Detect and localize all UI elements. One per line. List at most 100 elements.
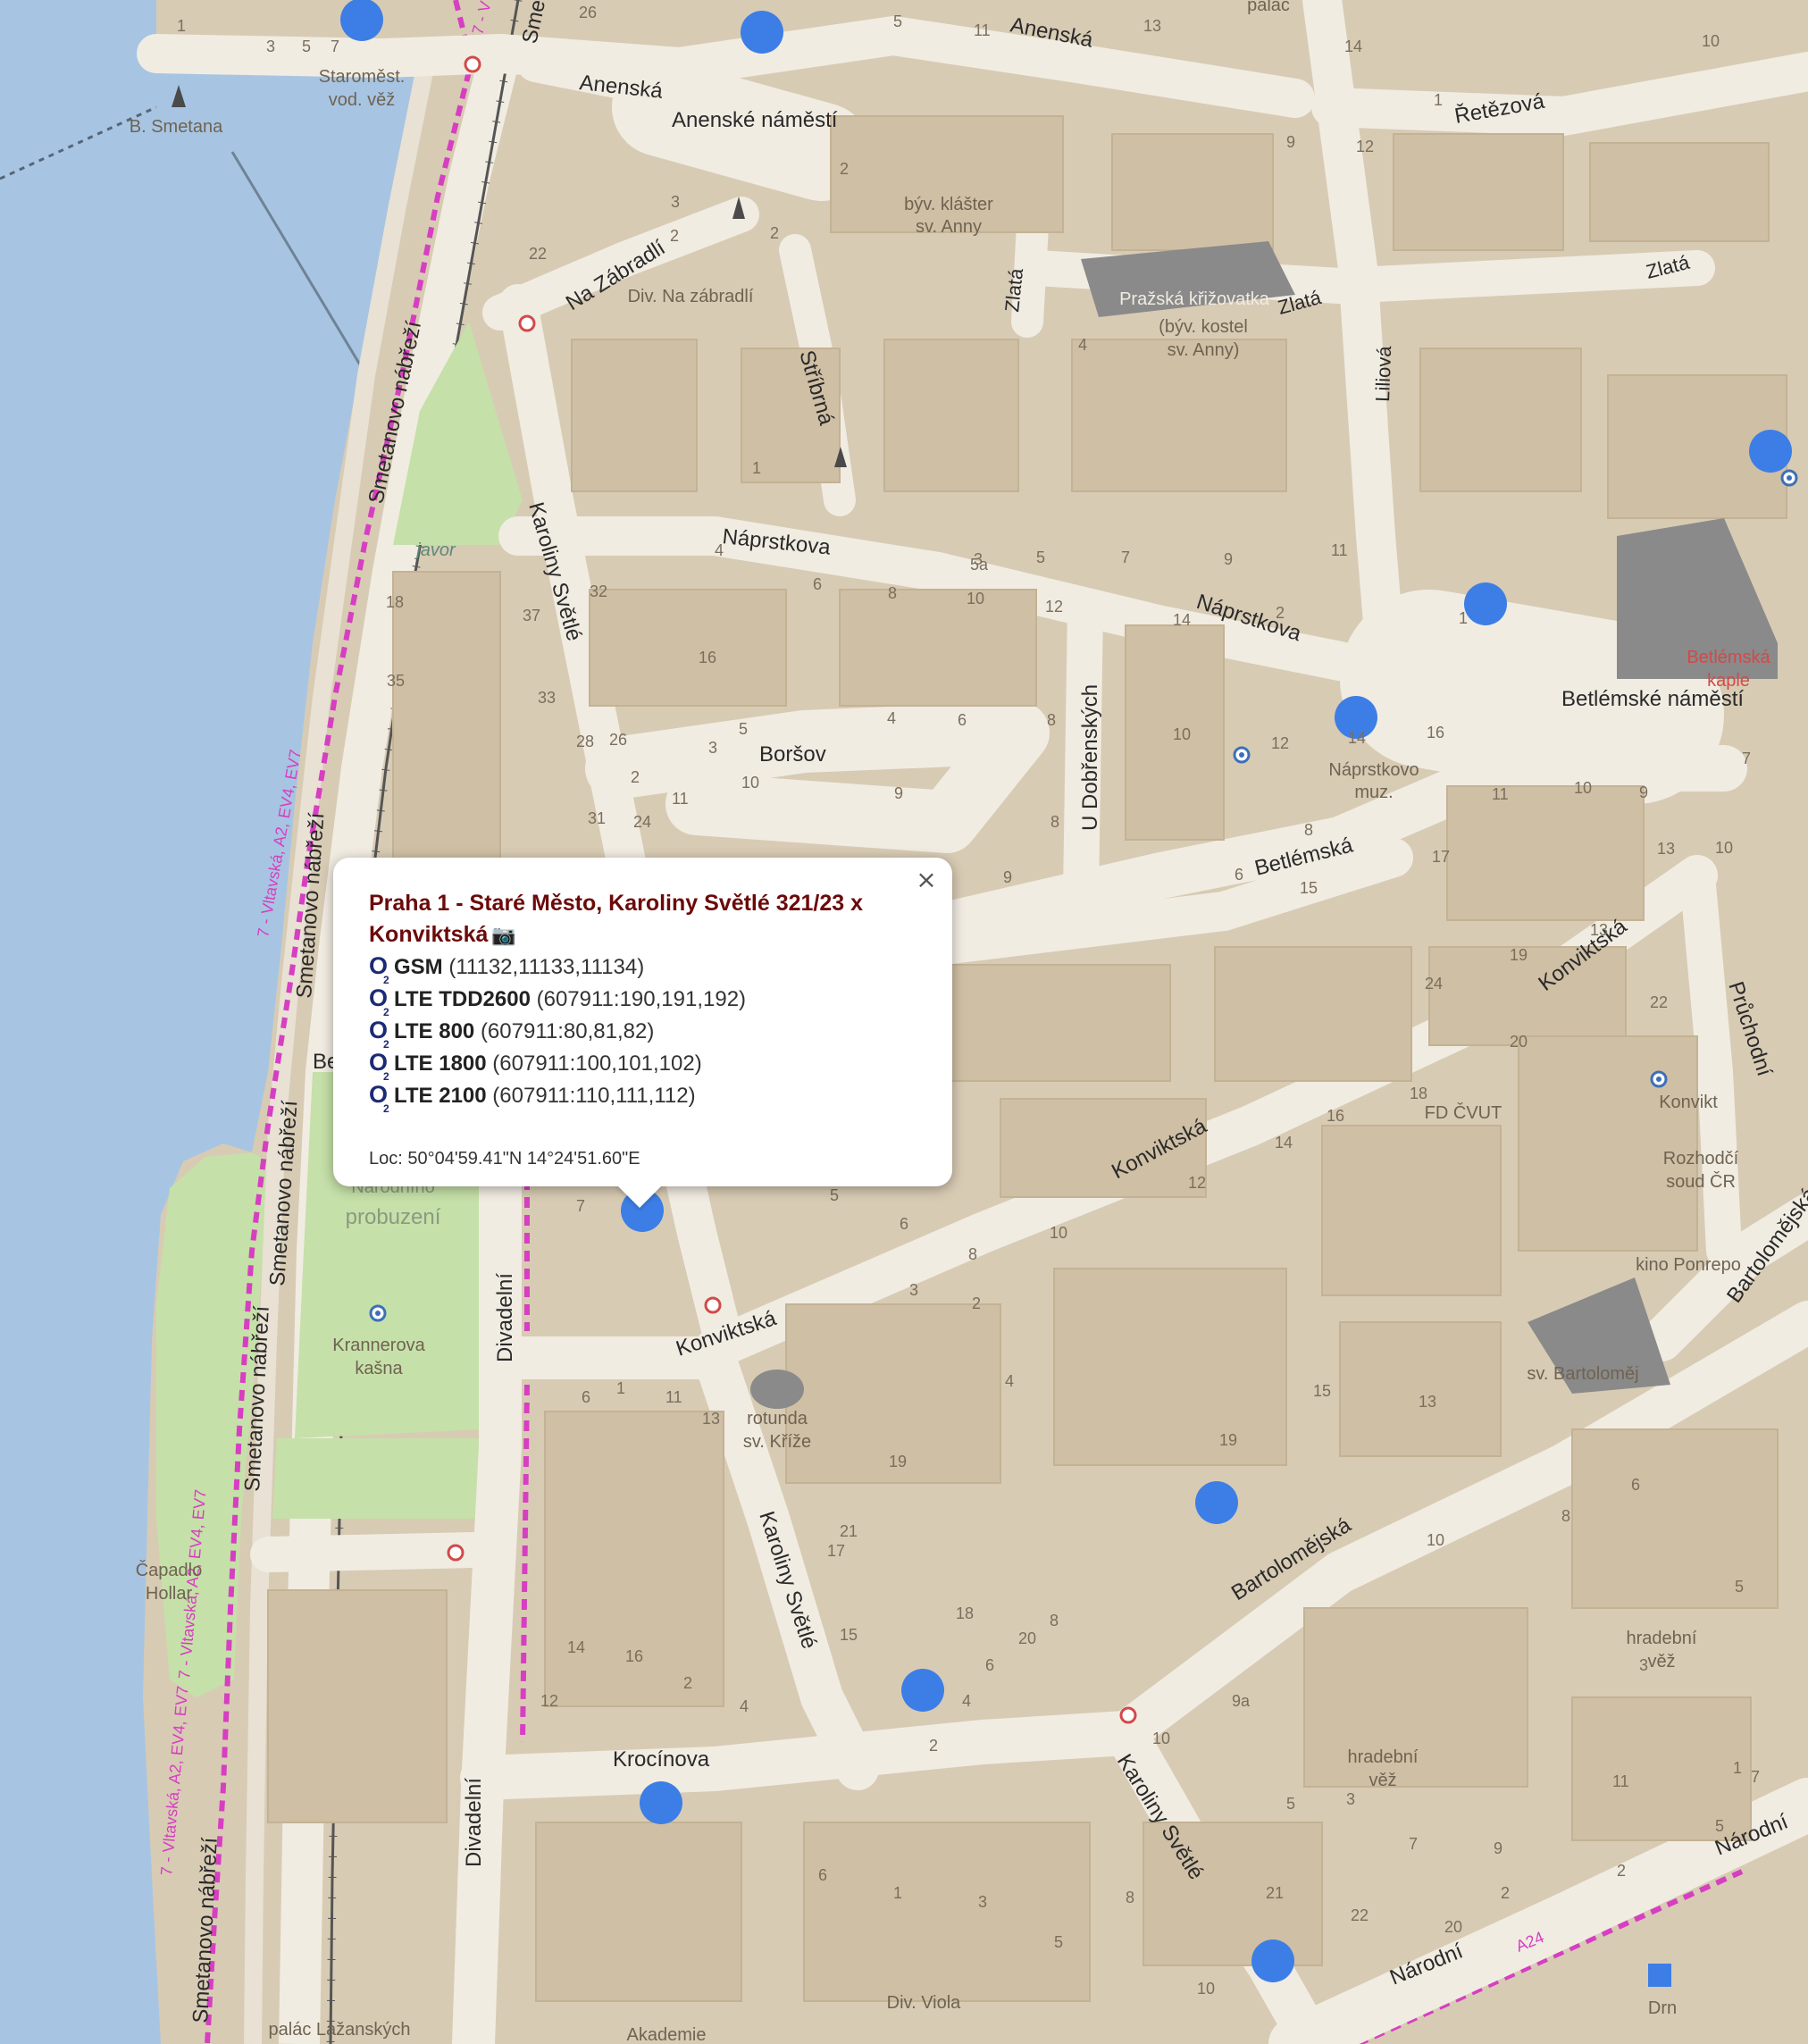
- poi-krannerova: Krannerova: [332, 1336, 425, 1355]
- poi-narodniho-probuzeni: probuzení: [346, 1205, 441, 1229]
- house-number: 28: [576, 733, 594, 750]
- cell-marker[interactable]: [1251, 1939, 1294, 1982]
- house-number: 21: [1266, 1884, 1284, 1902]
- poi-naprstkovo: muz.: [1354, 783, 1393, 802]
- cell-marker[interactable]: [340, 0, 383, 41]
- house-number: 1: [752, 459, 761, 477]
- street-zlata: Zlatá: [1000, 267, 1027, 314]
- house-number: 17: [827, 1542, 845, 1560]
- street-borsov: Boršov: [759, 742, 826, 766]
- popup-location: Loc: 50°04'59.41"N 14°24'51.60"E: [369, 1149, 640, 1169]
- popup-title: Praha 1 - Staré Město, Karoliny Světlé 3…: [369, 888, 917, 951]
- house-number: 2: [631, 768, 640, 786]
- house-number: 4: [1005, 1372, 1014, 1390]
- street-krocinova: Krocínova: [613, 1747, 710, 1772]
- tech-name: GSM: [394, 955, 443, 979]
- house-number: 9: [1639, 783, 1648, 801]
- cell-marker[interactable]: [1464, 582, 1507, 625]
- poi-hradebni-vez: hradební: [1627, 1629, 1697, 1648]
- house-number: 6: [582, 1388, 590, 1406]
- house-number: 9: [1224, 550, 1233, 568]
- house-number: 3: [1346, 1790, 1355, 1808]
- house-number: 20: [1018, 1629, 1036, 1647]
- poi-betlemska-kaple: kaple: [1707, 671, 1750, 691]
- tech-ids: (11132,11133,11134): [448, 955, 645, 979]
- house-number: 13: [1143, 17, 1161, 35]
- house-number: 14: [1275, 1134, 1293, 1152]
- house-number: 3: [978, 1893, 987, 1911]
- poi-krizovatka: (býv. kostel: [1159, 317, 1248, 337]
- house-number: 6: [1631, 1476, 1640, 1494]
- house-number: 13: [702, 1410, 720, 1428]
- house-number: 4: [962, 1692, 971, 1710]
- house-number: 2: [683, 1674, 692, 1692]
- house-number: 2: [670, 227, 679, 245]
- poi-sv-bartolomej: sv. Bartoloměj: [1527, 1364, 1638, 1384]
- street-u-dobrenskych: U Dobřenských: [1078, 684, 1102, 831]
- cell-marker[interactable]: [901, 1669, 944, 1712]
- camera-icon[interactable]: 📷: [491, 924, 515, 946]
- house-number: 5: [830, 1186, 839, 1204]
- house-number: 21: [840, 1522, 858, 1540]
- poi-hradebni-vez: věž: [1647, 1652, 1675, 1671]
- poi-div-viola: Div. Viola: [887, 1993, 962, 2013]
- cell-marker[interactable]: [741, 11, 783, 54]
- house-number: 9: [1494, 1839, 1502, 1857]
- house-number: 11: [672, 790, 689, 808]
- house-number: 16: [1327, 1107, 1344, 1125]
- poi-klaster: býv. klášter: [904, 195, 993, 214]
- house-number: 22: [1650, 993, 1668, 1011]
- house-number: 6: [900, 1215, 908, 1233]
- poi-staromest: Staroměst.: [319, 67, 406, 87]
- house-number: 10: [967, 590, 984, 607]
- house-number: 6: [985, 1656, 994, 1674]
- tech-row: O 2 LTE 1800 (607911:100,101,102): [369, 1047, 917, 1083]
- house-number: 5: [302, 38, 311, 55]
- house-number: 6: [1235, 866, 1243, 884]
- house-number: 10: [1173, 725, 1191, 743]
- house-number: 10: [1574, 779, 1592, 797]
- house-number: 10: [1702, 32, 1720, 50]
- tech-ids: (607911:80,81,82): [480, 1019, 655, 1043]
- house-number: 9: [1286, 133, 1295, 151]
- tech-list: O 2 GSM (11132,11133,11134) O 2 LTE TDD2600 (…: [369, 951, 917, 1115]
- poi-krizovatka: Pražská křižovatka: [1119, 289, 1270, 309]
- poi-rotunda: rotunda: [747, 1409, 808, 1428]
- tech-name: LTE 800: [394, 1019, 475, 1043]
- house-number: 9a: [1232, 1692, 1251, 1710]
- street-betlemske-namesti: Betlémské náměstí: [1561, 687, 1744, 711]
- house-number: 8: [1561, 1507, 1570, 1525]
- cell-marker[interactable]: [1749, 430, 1792, 473]
- house-number: 12: [1188, 1174, 1206, 1192]
- poi-betlemska-kaple: Betlémská: [1687, 648, 1770, 667]
- cell-marker[interactable]: [640, 1781, 682, 1824]
- house-number: 2: [1617, 1862, 1626, 1880]
- house-number: 5: [1735, 1578, 1744, 1596]
- house-number: 8: [1126, 1889, 1134, 1906]
- cell-marker-square[interactable]: [1648, 1964, 1671, 1987]
- street-anenske-namesti: Anenské náměstí: [672, 108, 838, 132]
- house-number: 8: [1047, 711, 1056, 729]
- tech-ids: (607911:110,111,112): [492, 1084, 696, 1108]
- house-number: 8: [1304, 821, 1313, 839]
- house-number: 32: [590, 582, 607, 600]
- house-number: 2: [1501, 1884, 1510, 1902]
- house-number: 19: [889, 1453, 907, 1470]
- poi-krizovatka: sv. Anny): [1168, 340, 1240, 360]
- cell-marker[interactable]: [1195, 1481, 1238, 1524]
- close-icon[interactable]: ×: [913, 867, 940, 893]
- poi-rozhodci: soud ČR: [1666, 1171, 1736, 1192]
- poi-capadlo: Hollar: [146, 1584, 193, 1604]
- tech-row: O 2 GSM (11132,11133,11134): [369, 951, 917, 986]
- house-number: 10: [1197, 1980, 1215, 1998]
- house-number: 31: [588, 809, 606, 827]
- tech-name: LTE 1800: [394, 1051, 487, 1076]
- tech-name: LTE TDD2600: [394, 987, 531, 1011]
- house-number: 7: [331, 38, 339, 55]
- house-number: 16: [625, 1647, 643, 1665]
- house-number: 3: [266, 38, 275, 55]
- house-number: 2: [770, 224, 779, 242]
- tech-row: O 2 LTE 800 (607911:80,81,82): [369, 1015, 917, 1051]
- house-number: 16: [699, 649, 716, 666]
- o2-logo-icon: O2: [369, 1017, 389, 1051]
